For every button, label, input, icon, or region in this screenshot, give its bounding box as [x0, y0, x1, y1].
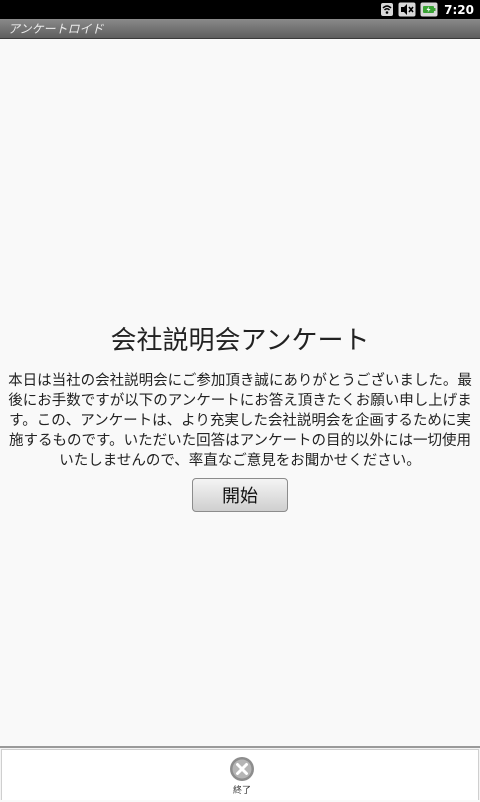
close-circle-icon [229, 756, 255, 782]
clock: 7:20 [444, 2, 474, 17]
options-menu: 終了 [0, 746, 480, 800]
app-title-bar: アンケートロイド [0, 19, 480, 39]
intro-text: 本日は当社の会社説明会にご参加頂き誠にありがとうございました。最後にお手数ですが… [8, 373, 472, 469]
options-menu-panel: 終了 [1, 749, 479, 800]
app-title: アンケートロイド [8, 22, 104, 36]
battery-charging-icon [420, 2, 438, 17]
status-bar: 7:20 [0, 0, 480, 19]
survey-title: 会社説明会アンケート [110, 326, 370, 356]
start-button[interactable]: 開始 [192, 478, 288, 512]
status-icons [380, 2, 438, 17]
exit-label: 終了 [232, 786, 251, 796]
wifi-icon [380, 2, 394, 17]
muted-speaker-icon [398, 2, 416, 17]
main-content: 会社説明会アンケート 本日は当社の会社説明会にご参加頂き誠にありがとうございまし… [0, 40, 480, 746]
exit-menu-item[interactable]: 終了 [217, 756, 267, 802]
